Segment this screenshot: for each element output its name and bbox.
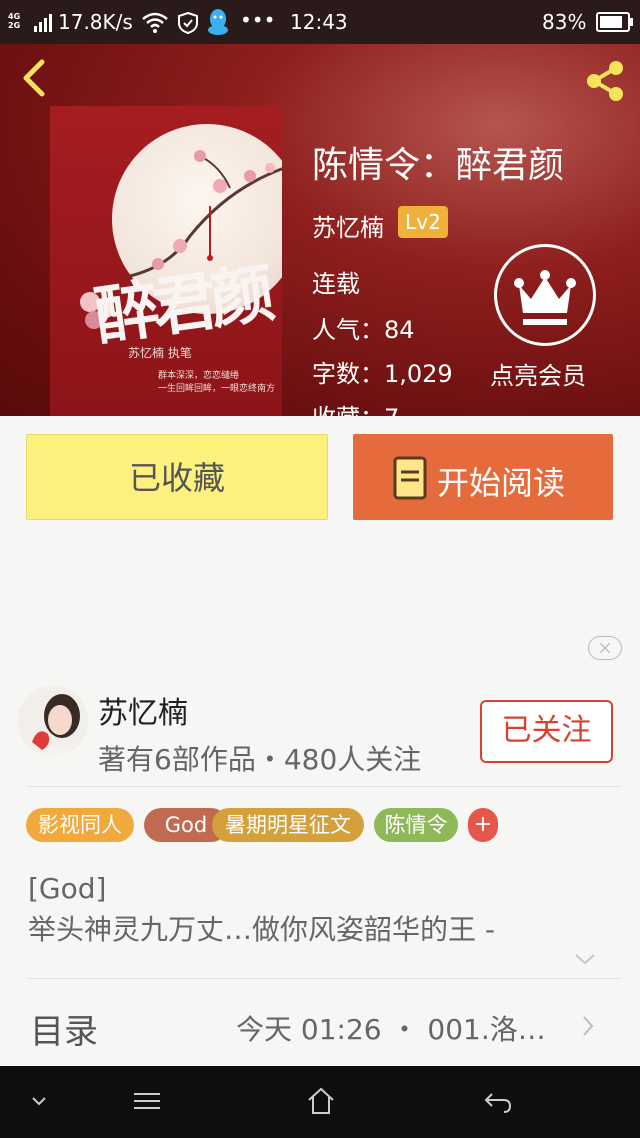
battery-tip [630,18,633,26]
book-status: 连载 [312,270,360,298]
vip-label[interactable]: 点亮会员 [490,356,586,391]
network-2g: 2G [8,21,21,30]
cover-author-line: 苏忆楠 执笔 [128,346,192,360]
description-line: [God] [28,872,107,905]
author-name[interactable]: 苏忆楠 [98,688,188,732]
vip-button[interactable] [494,244,596,346]
latest-chapter[interactable]: 今天 01:26 ・ 001.洛… [236,1008,572,1048]
system-nav-bar [0,1066,640,1138]
shield-icon [178,11,198,35]
add-tag-button[interactable]: + [468,808,498,842]
book-header: 醉君颜 苏忆楠 执笔 群本深深，恋恋缱绻 一生回眸回眸，一眼恋终南方 陈情令：醉… [0,44,640,416]
signal-icon [34,14,52,32]
close-icon[interactable] [588,636,622,660]
book-cover[interactable]: 醉君颜 苏忆楠 执笔 群本深深，恋恋缱绻 一生回眸回眸，一眼恋终南方 [50,106,282,416]
status-bar: 4G 2G 17.8K/s ••• 12:43 83% [0,0,640,44]
author-stats: 著有6部作品・480人关注 [98,743,422,776]
collected-button[interactable]: 已收藏 [26,434,328,520]
home-icon[interactable] [305,1086,337,1116]
divider [26,786,622,787]
battery-percent: 83% [542,10,587,34]
book-title: 陈情令：醉君颜 [312,145,565,186]
divider [26,978,622,979]
back-icon[interactable] [14,54,54,102]
back-nav-icon[interactable] [482,1086,514,1116]
cover-poem: 群本深深，恋恋缱绻 一生回眸回眸，一眼恋终南方 [158,370,275,396]
book-author[interactable]: 苏忆楠 [312,208,384,243]
chevron-down-icon[interactable] [30,1086,48,1116]
tag-chip[interactable]: 暑期明星征文 [212,808,364,842]
book-word-count: 字数：1,029 [312,360,453,388]
description-line: 举头神灵九万丈…做你风姿韶华的王 - [28,913,496,946]
author-level-badge: Lv2 [398,206,448,238]
start-reading-label: 开始阅读 [437,464,566,502]
book-favorites: 收藏：7 [312,398,399,416]
cover-poem-line: 一生回眸回眸，一眼恋终南方 [158,384,276,394]
more-notifications: ••• [240,8,276,32]
network-speed: 17.8K/s [58,10,133,34]
share-icon[interactable] [580,56,630,106]
menu-icon[interactable] [132,1086,162,1116]
book-icon [393,456,427,500]
tag-chip[interactable]: 陈情令 [374,808,458,842]
network-type: 4G 2G [8,12,20,30]
clock: 12:43 [290,10,348,34]
toc-label[interactable]: 目录 [30,1004,98,1053]
tag-chip[interactable]: 影视同人 [26,808,134,842]
book-popularity: 人气：84 [312,316,415,344]
crown-icon [514,270,576,325]
battery-icon [596,12,630,32]
cover-poem-line: 群本深深，恋恋缱绻 [158,371,240,381]
start-reading-button[interactable]: 开始阅读 [353,434,613,520]
network-4g: 4G [8,12,21,21]
author-avatar[interactable] [18,686,88,756]
wifi-icon [142,12,168,33]
avatar-image [18,686,88,756]
chevron-down-icon[interactable] [574,952,596,966]
qq-icon [208,9,228,35]
follow-button[interactable]: 已关注 [480,700,613,763]
chevron-right-icon[interactable] [580,1014,596,1038]
